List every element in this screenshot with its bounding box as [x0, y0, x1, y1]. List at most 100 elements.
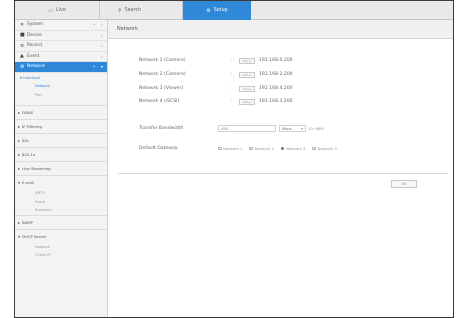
network-row: Network 3 (Viewer) : Setup 192.168.4.200 — [139, 84, 293, 93]
separator: : — [231, 86, 233, 91]
gateway-radio-label: Network 3 — [285, 146, 306, 151]
sidebar-subsub-port[interactable]: Port — [15, 91, 107, 100]
sidebar-subsub-recipient[interactable]: Recipient — [15, 206, 107, 215]
bandwidth-unit-select[interactable]: Mbps ▾ — [279, 125, 306, 132]
dot-icon: • — [93, 22, 96, 28]
sidebar-item-label: Record — [27, 43, 42, 49]
sidebar-item-label: Network — [27, 64, 45, 70]
sidebar-section-8021x[interactable]: ▸ 802.1x — [15, 147, 107, 161]
tab-search[interactable]: ⚲ Search — [100, 1, 183, 20]
dvr-window: ▭ Live ⚲ Search ⚙ Setup ✕ System • › ■ D… — [14, 0, 454, 318]
sidebar-subsub-event[interactable]: Event — [15, 198, 107, 207]
caret-right-icon: ▸ — [18, 138, 21, 143]
network-label: Network 1 (Camera) — [139, 58, 186, 63]
sidebar-item-label: Event — [27, 53, 40, 59]
monitor-icon: ▭ — [48, 7, 53, 14]
sidebar-item-label: Device — [27, 32, 42, 38]
network-row: Network 4 (iSCSI) : Setup 192.168.3.200 — [139, 97, 293, 106]
network-setup-button[interactable]: Setup — [239, 85, 255, 92]
caret-right-icon: ▸ — [18, 166, 21, 171]
tools-icon: ✕ — [20, 21, 25, 28]
network-label: Network 2 (Camera) — [139, 72, 186, 77]
tab-live[interactable]: ▭ Live — [15, 1, 100, 20]
network-row: Network 2 (Camera) : Setup 192.168.2.200 — [139, 70, 293, 79]
sidebar-section-ssl[interactable]: ▸ SSL — [15, 133, 107, 147]
gateway-radio-label: Network 4 — [317, 146, 337, 151]
gear-icon: ⚙ — [20, 63, 25, 70]
record-icon: ≡ — [20, 42, 25, 49]
sidebar-subsub-smtp[interactable]: SMTP — [15, 189, 107, 198]
gateway-radio[interactable]: Network 4 — [312, 146, 337, 151]
sidebar-section-email[interactable]: ▾ E-mail — [15, 175, 107, 189]
caret-down-icon: ▾ — [18, 180, 21, 185]
sidebar-item-system[interactable]: ✕ System • › — [15, 20, 107, 31]
bandwidth-unit-value: Mbps — [282, 126, 292, 131]
radio-indicator — [312, 146, 316, 151]
radio-indicator — [218, 146, 222, 151]
caret-down-icon: ▾ — [18, 233, 21, 239]
divider — [118, 173, 448, 174]
sidebar-item-device[interactable]: ■ Device › — [15, 31, 107, 41]
tab-search-label: Search — [124, 8, 142, 13]
network-label: Network 3 (Viewer) — [139, 86, 184, 91]
camera-icon: ■ — [20, 32, 25, 39]
chevron-down-icon: ▾ — [301, 126, 303, 131]
separator: : — [231, 58, 233, 63]
network-setup-button[interactable]: Setup — [239, 98, 255, 105]
event-icon: ▲ — [20, 53, 24, 60]
sidebar-section-live-streaming[interactable]: ▸ Live Streaming — [15, 161, 107, 175]
default-gateway-label: Default Gateway — [139, 146, 178, 151]
radio-indicator — [280, 146, 285, 151]
network-ip: 192.168.4.200 — [259, 86, 293, 91]
sidebar-section-ip-filtering[interactable]: ▸ IP Filtering — [15, 119, 107, 133]
sidebar-section-snmp[interactable]: ▸ SNMP — [15, 214, 107, 229]
chevron-right-icon: › — [101, 22, 103, 28]
sidebar-section-dhcp-server[interactable]: ▾ DHCP Server — [15, 228, 107, 243]
sidebar-section-ddns[interactable]: ▸ DDNS — [15, 105, 107, 119]
chevron-right-icon: › — [101, 32, 103, 38]
tab-setup[interactable]: ⚙ Setup — [183, 1, 251, 20]
sidebar-item-label: System — [27, 22, 44, 28]
caret-right-icon: ▸ — [18, 219, 21, 225]
caret-right-icon: ▸ — [18, 110, 21, 115]
network-setup-button[interactable]: Setup — [239, 57, 255, 64]
transfer-bandwidth-row: Transfer Bandwidth 450 Mbps ▾ (0~400) — [139, 124, 324, 133]
search-icon: ⚲ — [118, 7, 122, 14]
bandwidth-input[interactable]: 450 — [218, 125, 276, 132]
sidebar-item-network[interactable]: ⚙ Network • ▾ — [15, 62, 107, 73]
tab-live-label: Live — [55, 8, 66, 13]
chevron-down-icon: ▾ — [101, 64, 104, 70]
network-ip: 192.168.0.200 — [259, 58, 293, 63]
gateway-radio[interactable]: Network 2 — [249, 146, 274, 151]
sidebar-section-label: SSL — [22, 138, 29, 143]
ok-button[interactable]: OK — [391, 180, 417, 188]
sidebar-subitem-label: Interface — [23, 74, 41, 80]
network-ip: 192.168.3.200 — [259, 99, 293, 104]
sidebar-section-label: 802.1x — [22, 152, 36, 157]
transfer-bandwidth-label: Transfer Bandwidth — [139, 126, 184, 131]
default-gateway-row: Default Gateway Network 1 Network 2 Netw… — [139, 144, 344, 153]
sidebar-section-label: Live Streaming — [22, 166, 51, 171]
sidebar-subsub-dhcp-network[interactable]: Network — [15, 243, 107, 252]
sidebar-subsub-check-ip[interactable]: Check IP — [15, 251, 107, 260]
sidebar-item-event[interactable]: ▲ Event › — [15, 52, 107, 62]
caret-right-icon: ▸ — [18, 152, 21, 157]
network-row: Network 1 (Camera) : Setup 192.168.0.200 — [139, 56, 293, 65]
dot-icon: • — [93, 64, 96, 70]
network-setup-button[interactable]: Setup — [239, 71, 255, 78]
sidebar-section-label: SNMP — [22, 219, 33, 225]
gateway-radio[interactable]: Network 3 — [280, 146, 306, 151]
separator: : — [231, 99, 233, 104]
gateway-radio-label: Network 1 — [223, 146, 243, 151]
gateway-radio-label: Network 2 — [254, 146, 274, 151]
sidebar-subsub-network[interactable]: Network — [15, 82, 107, 91]
sidebar-subitem-interface[interactable]: ▾ Interface — [15, 73, 107, 83]
gateway-radio[interactable]: Network 1 — [218, 146, 242, 151]
page-title: Network — [108, 20, 453, 39]
separator: : — [231, 72, 233, 77]
sidebar-section-label: E-mail — [22, 180, 34, 185]
sidebar-item-record[interactable]: ≡ Record › — [15, 41, 107, 52]
radio-indicator — [249, 146, 253, 151]
sidebar-section-label: IP Filtering — [22, 124, 42, 129]
content-panel: Network Network 1 (Camera) : Setup 192.1… — [108, 20, 453, 317]
